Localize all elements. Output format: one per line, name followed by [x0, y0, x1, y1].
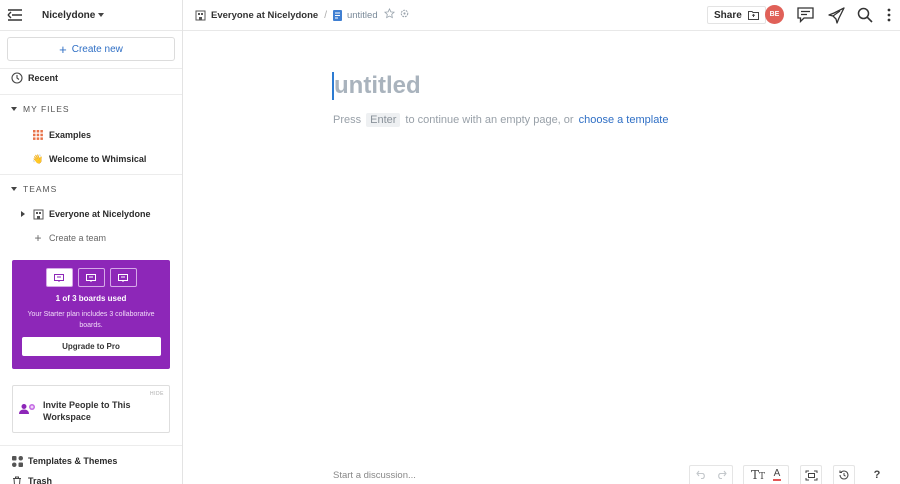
- create-team-label: Create a team: [49, 233, 107, 243]
- board-slot-empty: [77, 268, 105, 287]
- doc-breadcrumb[interactable]: untitled: [332, 9, 378, 21]
- share-folder-icon: [747, 11, 759, 20]
- chevron-down-icon: [98, 13, 105, 17]
- workspace-switcher[interactable]: Nicelydone: [42, 9, 105, 21]
- sidebar-item-label: Examples: [49, 130, 92, 140]
- sidebar: Nicelydone + Create new Recent MY FILES: [0, 0, 183, 484]
- text-color-icon[interactable]: A: [773, 469, 782, 481]
- team-breadcrumb-label: Everyone at Nicelydone: [211, 9, 319, 21]
- empty-page-hint: Press Enter to continue with an empty pa…: [333, 113, 668, 127]
- start-discussion-input[interactable]: Start a discussion...: [333, 470, 416, 481]
- more-vertical-icon: [887, 8, 891, 22]
- caret-down-icon: [11, 107, 17, 111]
- text-format-group: TT A: [743, 465, 789, 484]
- clock-icon: [11, 72, 23, 84]
- create-team-button[interactable]: + Create a team: [0, 228, 182, 248]
- plan-description: Your Starter plan includes 3 collaborati…: [27, 311, 155, 329]
- settings-icon[interactable]: [400, 9, 409, 21]
- top-bar: Everyone at Nicelydone / untitled Share …: [183, 0, 900, 31]
- enter-key-badge: Enter: [366, 113, 401, 127]
- history-icon: [839, 470, 849, 480]
- undo-redo-group: [689, 465, 733, 484]
- share-label: Share: [714, 9, 742, 21]
- sidebar-item-templates[interactable]: Templates & Themes: [0, 451, 182, 471]
- sidebar-item-welcome[interactable]: 👋 Welcome to Whimsical: [0, 149, 182, 169]
- rocket-icon: [827, 6, 845, 24]
- search-icon: [857, 7, 873, 23]
- text-size-icon[interactable]: TT: [751, 468, 765, 482]
- sidebar-item-recent[interactable]: Recent: [0, 68, 182, 88]
- fit-to-screen-button[interactable]: [800, 465, 822, 484]
- present-button[interactable]: [827, 6, 845, 24]
- caret-right-icon: [21, 211, 25, 217]
- grid-icon: [32, 129, 44, 141]
- building-icon: [195, 10, 206, 20]
- sidebar-item-team[interactable]: Everyone at Nicelydone: [0, 204, 182, 224]
- divider: [0, 94, 182, 95]
- caret-down-icon: [11, 187, 17, 191]
- hint-text: to continue with an empty page, or: [405, 114, 574, 126]
- templates-icon: [11, 455, 23, 467]
- redo-icon[interactable]: [716, 466, 727, 484]
- trash-icon: [11, 475, 23, 484]
- comments-button[interactable]: [796, 6, 814, 24]
- invite-card[interactable]: HIDE Invite People to This Workspace: [12, 385, 170, 433]
- divider: [0, 445, 182, 446]
- sidebar-item-label: Recent: [28, 73, 59, 83]
- create-new-button[interactable]: + Create new: [7, 37, 175, 61]
- hint-press: Press: [333, 114, 362, 126]
- help-icon: ?: [873, 468, 881, 481]
- divider: [0, 174, 182, 175]
- breadcrumb-separator: /: [324, 9, 327, 21]
- plan-promo-card: 1 of 3 boards used Your Starter plan inc…: [12, 260, 170, 369]
- choose-template-link[interactable]: choose a template: [579, 114, 669, 126]
- collapse-sidebar-icon: [7, 9, 22, 21]
- document-icon: [332, 9, 342, 21]
- avatar[interactable]: BE: [765, 5, 784, 24]
- sidebar-item-trash[interactable]: Trash: [0, 471, 182, 484]
- board-slot-empty: [109, 268, 137, 287]
- plus-icon: +: [59, 41, 67, 57]
- section-heading: TEAMS: [23, 184, 58, 194]
- sidebar-item-label: Everyone at Nicelydone: [49, 209, 151, 219]
- workspace-name: Nicelydone: [42, 9, 96, 21]
- more-menu-button[interactable]: [882, 6, 896, 24]
- invite-people-icon: [19, 402, 37, 420]
- share-button[interactable]: Share: [707, 6, 766, 24]
- document-title[interactable]: untitled: [332, 72, 421, 100]
- upgrade-button[interactable]: Upgrade to Pro: [21, 337, 161, 356]
- section-heading: MY FILES: [23, 104, 70, 114]
- sidebar-item-label: Templates & Themes: [28, 456, 118, 466]
- help-button[interactable]: ?: [866, 465, 888, 484]
- sidebar-item-examples[interactable]: Examples: [0, 125, 182, 145]
- create-new-label: Create new: [71, 43, 123, 55]
- star-icon[interactable]: [383, 7, 395, 22]
- undo-icon[interactable]: [695, 466, 707, 484]
- sidebar-top: Nicelydone: [0, 0, 182, 31]
- search-button[interactable]: [856, 6, 874, 24]
- my-files-section-toggle[interactable]: MY FILES: [0, 99, 182, 119]
- plus-icon: +: [34, 231, 42, 245]
- team-breadcrumb[interactable]: Everyone at Nicelydone: [195, 10, 318, 21]
- boards-used-count: 1 of 3 boards used: [55, 294, 127, 303]
- building-icon: [32, 208, 44, 220]
- breadcrumb: Everyone at Nicelydone / untitled: [195, 7, 409, 22]
- focus-frame-icon: [805, 470, 817, 480]
- chat-icon: [796, 7, 814, 23]
- collapse-sidebar-button[interactable]: [0, 0, 30, 30]
- board-usage-indicator: [12, 268, 170, 287]
- board-slot-used: [45, 268, 73, 287]
- sidebar-item-label: Welcome to Whimsical: [49, 154, 147, 164]
- wave-hand-icon: 👋: [32, 153, 44, 164]
- invite-text: Invite People to This Workspace: [43, 400, 131, 422]
- hide-button[interactable]: HIDE: [150, 391, 164, 397]
- app: Nicelydone + Create new Recent MY FILES: [0, 0, 900, 484]
- history-button[interactable]: [833, 465, 855, 484]
- doc-breadcrumb-label: untitled: [346, 9, 378, 21]
- teams-section-toggle[interactable]: TEAMS: [0, 179, 182, 199]
- sidebar-item-label: Trash: [28, 476, 53, 484]
